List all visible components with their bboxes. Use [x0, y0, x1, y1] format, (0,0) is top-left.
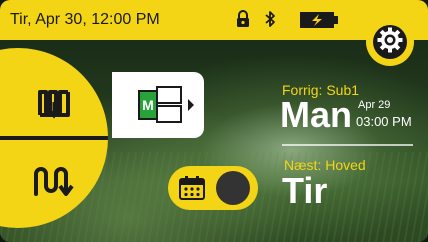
program-selector-card[interactable]: M [112, 72, 204, 138]
toggle-knob [216, 171, 250, 205]
program-label: M [138, 90, 158, 120]
next-day: Tir [282, 170, 328, 211]
auto-mode-icon [28, 167, 80, 204]
previous-time: 03:00 PM [356, 114, 412, 129]
status-datetime: Tir, Apr 30, 12:00 PM [10, 11, 160, 28]
settings-button-inner [373, 25, 407, 59]
previous-date: Apr 29 [358, 99, 391, 111]
gear-icon [376, 26, 404, 59]
bluetooth-icon [264, 10, 276, 33]
auto-mode-button[interactable] [28, 160, 80, 200]
schedule-toggle[interactable] [168, 166, 258, 210]
settings-button[interactable] [366, 18, 414, 66]
program-select-icon [156, 86, 200, 129]
status-bar: Tir, Apr 30, 12:00 PM [0, 0, 428, 40]
battery-charging-icon [300, 11, 340, 34]
manual-mode-button[interactable] [28, 82, 80, 122]
previous-day: Man [280, 94, 352, 135]
mode-divider [0, 136, 108, 140]
mower-home-screen: Tir, Apr 30, 12:00 PM M Forrig: Sub1 Man… [0, 0, 428, 242]
manual-mode-icon [28, 90, 80, 126]
info-divider [282, 144, 413, 146]
lock-icon [236, 10, 250, 33]
calendar-icon [178, 175, 206, 206]
